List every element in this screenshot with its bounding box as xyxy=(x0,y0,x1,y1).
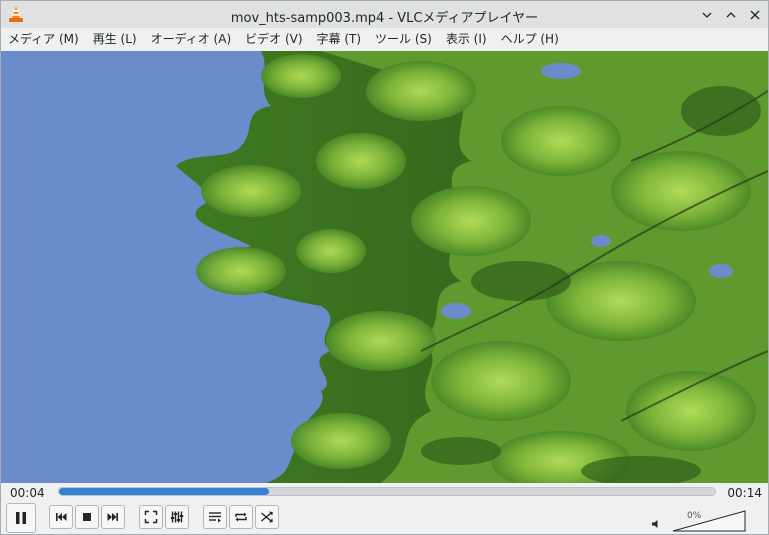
menu-help[interactable]: ヘルプ (H) xyxy=(494,28,566,51)
shuffle-icon xyxy=(261,511,273,523)
title-bar[interactable]: mov_hts-samp003.mp4 - VLCメディアプレイヤー xyxy=(1,1,768,28)
menu-media[interactable]: メディア (M) xyxy=(1,28,86,51)
control-bar: 0% xyxy=(1,502,768,534)
pause-icon xyxy=(16,512,26,524)
previous-button[interactable] xyxy=(49,505,73,529)
fullscreen-icon xyxy=(144,510,158,524)
menu-video[interactable]: ビデオ (V) xyxy=(238,28,309,51)
fullscreen-button[interactable] xyxy=(139,505,163,529)
vlc-window: mov_hts-samp003.mp4 - VLCメディアプレイヤー メディア … xyxy=(0,0,769,535)
skip-next-icon xyxy=(107,513,118,521)
video-display[interactable] xyxy=(1,51,768,483)
volume-level-text: 0% xyxy=(687,511,702,521)
chevron-down-icon xyxy=(702,12,712,18)
playlist-icon xyxy=(209,512,221,523)
minimize-button[interactable] xyxy=(698,6,716,24)
seek-row: 00:04 00:14 xyxy=(1,483,768,502)
maximize-button[interactable] xyxy=(722,6,740,24)
video-frame-image xyxy=(1,51,768,483)
play-pause-button[interactable] xyxy=(6,503,36,533)
random-button[interactable] xyxy=(255,505,279,529)
menu-subtitle[interactable]: 字幕 (T) xyxy=(310,28,369,51)
elapsed-time[interactable]: 00:04 xyxy=(10,486,45,500)
menu-playback[interactable]: 再生 (L) xyxy=(86,28,144,51)
playlist-button[interactable] xyxy=(203,505,227,529)
close-button[interactable] xyxy=(746,6,764,24)
stop-icon xyxy=(83,513,91,521)
menu-tools[interactable]: ツール (S) xyxy=(368,28,439,51)
seek-slider[interactable] xyxy=(58,487,716,496)
close-icon xyxy=(750,10,760,20)
seek-progress xyxy=(59,488,269,495)
menu-bar: メディア (M) 再生 (L) オーディオ (A) ビデオ (V) 字幕 (T)… xyxy=(1,28,768,51)
chevron-up-icon xyxy=(726,12,736,18)
equalizer-icon xyxy=(170,511,184,523)
menu-view[interactable]: 表示 (I) xyxy=(439,28,494,51)
speaker-icon[interactable] xyxy=(651,518,661,528)
stop-button[interactable] xyxy=(75,505,99,529)
skip-previous-icon xyxy=(56,513,67,521)
extended-settings-button[interactable] xyxy=(165,505,189,529)
menu-audio[interactable]: オーディオ (A) xyxy=(144,28,239,51)
loop-icon xyxy=(235,512,247,522)
next-button[interactable] xyxy=(101,505,125,529)
total-time[interactable]: 00:14 xyxy=(727,486,762,500)
loop-button[interactable] xyxy=(229,505,253,529)
window-title: mov_hts-samp003.mp4 - VLCメディアプレイヤー xyxy=(230,11,539,26)
volume-slider[interactable] xyxy=(672,510,746,532)
